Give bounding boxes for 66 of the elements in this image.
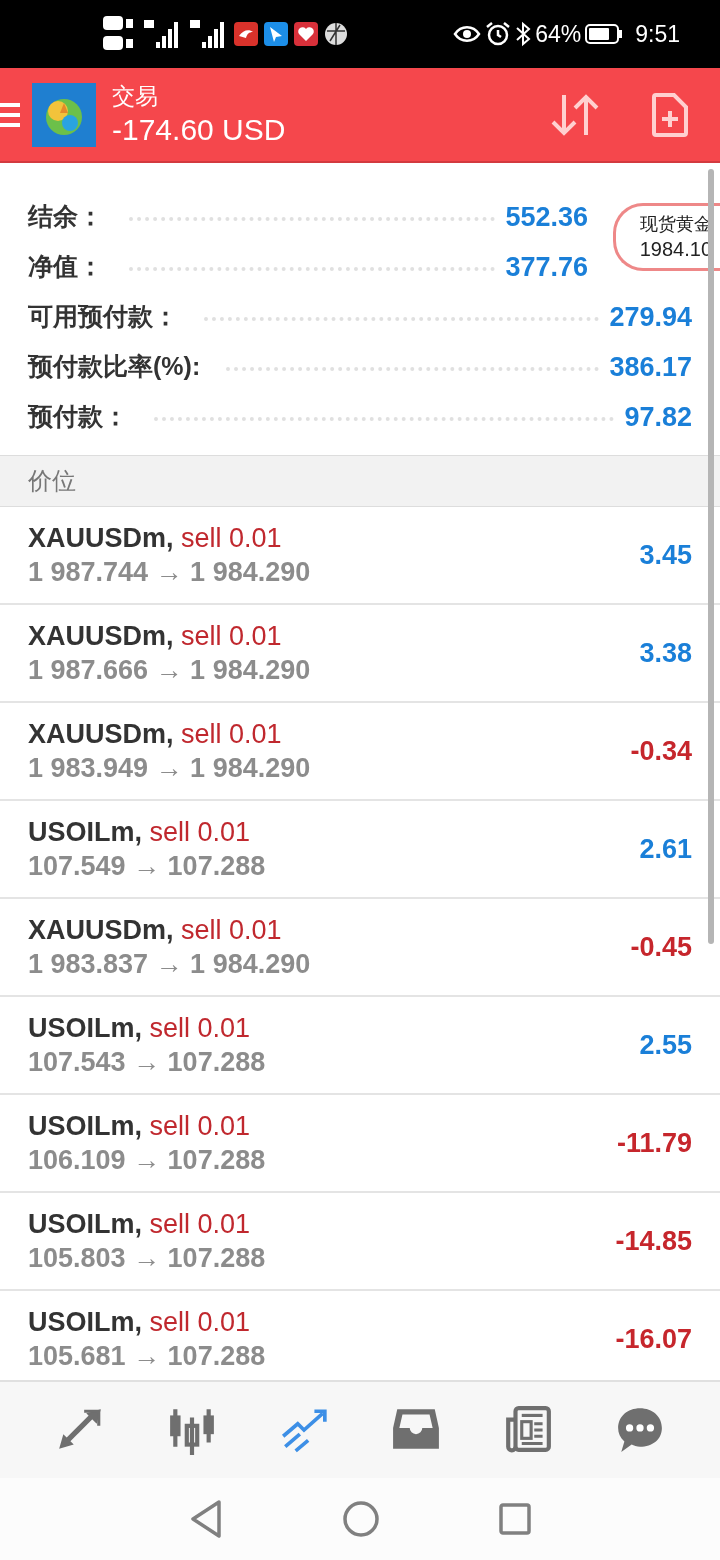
summary-value: 97.82: [624, 402, 692, 433]
price-change: 105.681 → 107.288: [28, 1340, 267, 1373]
order-side: sell 0.01: [181, 621, 282, 651]
app-logo-icon: [32, 82, 96, 147]
price-change: 107.549 → 107.288: [28, 850, 267, 883]
order-side: sell 0.01: [181, 915, 282, 945]
order-side: sell 0.01: [181, 523, 282, 553]
order-side: sell 0.01: [149, 1307, 251, 1337]
eye-icon: [453, 23, 482, 45]
position-profit: -0.45: [630, 931, 692, 963]
clock-time: 9:51: [635, 20, 680, 48]
symbol-name: XAUUSDm,: [28, 621, 174, 651]
order-side: sell 0.01: [149, 1209, 251, 1239]
position-profit: 3.38: [639, 637, 692, 669]
price-change: 1 983.949 → 1 984.290: [28, 752, 312, 785]
app-icon: [264, 22, 288, 46]
position-profit: 2.61: [639, 833, 692, 865]
symbol-name: USOILm,: [28, 1307, 142, 1337]
recents-icon[interactable]: [499, 1503, 531, 1535]
menu-icon[interactable]: [0, 101, 20, 128]
summary-value: 377.76: [505, 252, 588, 283]
back-icon[interactable]: [189, 1499, 223, 1539]
symbol-name: XAUUSDm,: [28, 523, 174, 553]
order-side: sell 0.01: [149, 1111, 251, 1141]
order-side: sell 0.01: [149, 817, 251, 847]
position-profit: 3.45: [639, 539, 692, 571]
new-document-icon[interactable]: [652, 92, 688, 137]
summary-label: 可用预付款：: [28, 301, 178, 332]
sort-icon[interactable]: [550, 92, 600, 137]
price-change: 107.543 → 107.288: [28, 1046, 267, 1079]
price-change: 106.109 → 107.288: [28, 1144, 267, 1177]
summary-label: 预付款比率(%):: [28, 351, 201, 382]
price-change: 1 983.837 → 1 984.290: [28, 948, 312, 981]
summary-label: 结余：: [28, 201, 103, 232]
app-icon: [234, 22, 258, 46]
symbol-name: USOILm,: [28, 1209, 142, 1239]
order-side: sell 0.01: [149, 1013, 251, 1043]
battery-icon: [585, 23, 624, 45]
symbol-name: XAUUSDm,: [28, 915, 174, 945]
order-side: sell 0.01: [181, 719, 282, 749]
section-title: 价位: [28, 466, 76, 496]
position-profit: -16.07: [615, 1323, 692, 1355]
position-profit: -14.85: [615, 1225, 692, 1257]
position-profit: -0.34: [630, 735, 692, 767]
home-icon[interactable]: [343, 1501, 379, 1537]
summary-label: 预付款：: [28, 401, 128, 432]
symbol-name: XAUUSDm,: [28, 719, 174, 749]
price-change: 1 987.744 → 1 984.290: [28, 556, 312, 589]
battery-percent: 64%: [535, 20, 582, 48]
symbol-name: USOILm,: [28, 1111, 142, 1141]
price-change: 1 987.666 → 1 984.290: [28, 654, 312, 687]
position-profit: -11.79: [616, 1127, 692, 1159]
summary-value: 552.36: [505, 202, 588, 233]
globe-icon: [324, 22, 348, 46]
position-profit: 2.55: [639, 1029, 692, 1061]
symbol-name: USOILm,: [28, 817, 142, 847]
price-change: 105.803 → 107.288: [28, 1242, 267, 1275]
floating-profit: -174.60 USD: [112, 111, 287, 148]
summary-value: 279.94: [609, 302, 692, 333]
scrollbar[interactable]: [708, 169, 714, 944]
alarm-icon: [485, 21, 512, 47]
summary-label: 净值：: [28, 251, 103, 282]
symbol-name: USOILm,: [28, 1013, 142, 1043]
screen-title: 交易: [112, 81, 159, 111]
bluetooth-icon: [515, 21, 532, 47]
summary-value: 386.17: [609, 352, 692, 383]
